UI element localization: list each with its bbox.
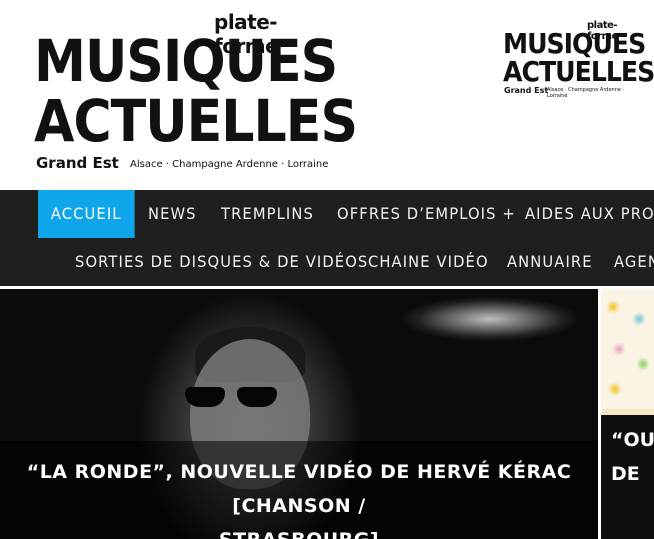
logo-small-line1: MUSIQUES	[503, 27, 646, 60]
side-article[interactable]: “OUR DE	[601, 289, 654, 539]
featured-article[interactable]: “LA RONDE”, NOUVELLE VIDÉO DE HERVÉ KÉRA…	[0, 289, 598, 539]
main-navigation: ACCUEIL NEWS TREMPLINS OFFRES D’EMPLOIS …	[0, 190, 654, 286]
nav-item-annuaire[interactable]: ANNUAIRE	[507, 238, 593, 286]
nav-item-accueil[interactable]: ACCUEIL	[38, 190, 135, 238]
logo-small-region: Grand Est	[504, 86, 549, 95]
logo-subregion: Alsace · Champagne Ardenne · Lorraine	[130, 159, 329, 170]
side-article-image	[601, 289, 654, 409]
logo-region: Grand Est	[36, 154, 119, 172]
nav-item-tremplins[interactable]: TREMPLINS	[221, 190, 314, 238]
nav-item-agenda[interactable]: AGEN	[614, 238, 654, 286]
logo-line2: ACTUELLES	[34, 87, 358, 155]
nav-item-news[interactable]: NEWS	[148, 190, 197, 238]
featured-title-line2: STRASBOURG]	[0, 523, 598, 539]
sunglasses-shape	[185, 387, 280, 409]
logo-line1: MUSIQUES	[34, 27, 338, 95]
side-title-line1: “OUR	[611, 429, 654, 451]
nav-item-sorties-disques[interactable]: SORTIES DE DISQUES & DE VIDÉOS	[75, 238, 368, 286]
site-logo[interactable]: plate-forme MUSIQUES ACTUELLES Grand Est…	[34, 10, 358, 176]
featured-title[interactable]: “LA RONDE”, NOUVELLE VIDÉO DE HERVÉ KÉRA…	[0, 455, 598, 539]
site-logo-small[interactable]: plate-forme MUSIQUES ACTUELLES Grand Est…	[503, 20, 654, 100]
logo-small-line2: ACTUELLES	[503, 55, 654, 88]
logo-small-subregion: Alsace · Champagne Ardenne · Lorraine	[547, 87, 625, 99]
site-header: plate-forme MUSIQUES ACTUELLES Grand Est…	[0, 0, 654, 190]
nav-item-aides-projets[interactable]: AIDES AUX PROJE	[525, 190, 654, 238]
nav-item-chaine-video[interactable]: CHAINE VIDÉO	[368, 238, 489, 286]
nav-item-offres-emplois[interactable]: OFFRES D’EMPLOIS +	[337, 190, 516, 238]
side-title-line2: DE	[611, 463, 640, 485]
featured-title-line1: “LA RONDE”, NOUVELLE VIDÉO DE HERVÉ KÉRA…	[26, 461, 572, 517]
